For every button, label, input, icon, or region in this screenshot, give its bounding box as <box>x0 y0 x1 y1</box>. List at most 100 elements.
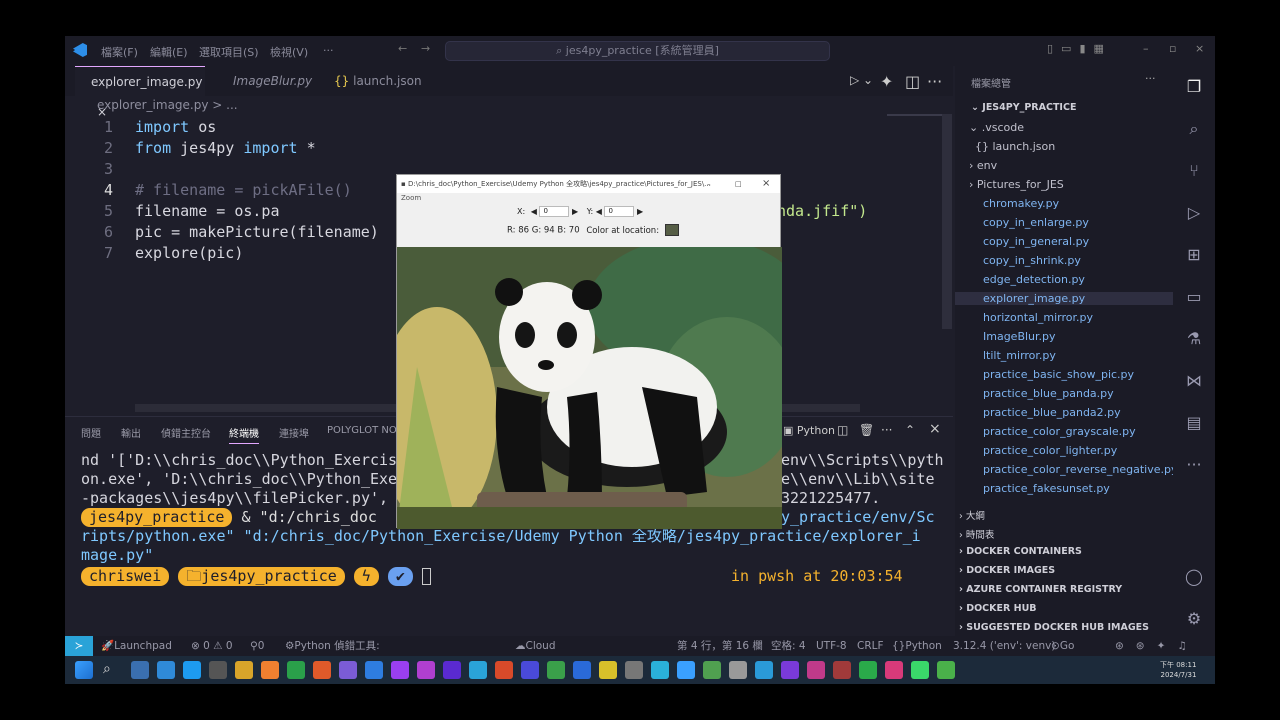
file-tree-item[interactable]: practice_color_grayscale.py <box>983 425 1136 438</box>
jes-window-titlebar[interactable]: ▪ D:\chris_doc\Python_Exercise\Udemy Pyt… <box>397 175 780 193</box>
status-notification-icons[interactable]: ⊛⊛✦♫ <box>1115 636 1199 656</box>
x-decrement-arrow-icon[interactable]: ◀ <box>531 207 537 216</box>
taskbar-app-icon[interactable] <box>469 661 487 679</box>
maximize-panel-icon[interactable]: ⌃ <box>905 423 915 437</box>
menu-more[interactable]: ··· <box>323 44 334 57</box>
taskbar-app-icon[interactable] <box>677 661 695 679</box>
taskbar-app-icon[interactable] <box>365 661 383 679</box>
visual-studio-icon[interactable]: ⋈ <box>1183 370 1205 392</box>
status-eol[interactable]: CRLF <box>857 636 884 656</box>
split-editor-icon[interactable]: ◫ <box>905 72 920 91</box>
tab-imageblur[interactable]: ImageBlur.py <box>215 66 325 96</box>
status-indent[interactable]: 空格: 4 <box>771 636 806 656</box>
tab-ports[interactable]: 連接埠 <box>279 425 309 440</box>
taskbar-app-icon[interactable] <box>443 661 461 679</box>
taskbar-app-icon[interactable] <box>235 661 253 679</box>
file-tree-item[interactable]: ImageBlur.py <box>983 330 1056 343</box>
more-actions-icon[interactable]: ··· <box>927 72 942 91</box>
taskbar-app-icon[interactable] <box>157 661 175 679</box>
tab-terminal[interactable]: 終端機 <box>229 425 259 444</box>
tab-problems[interactable]: 問題 <box>81 425 101 440</box>
file-tree-item[interactable]: practice_blue_panda2.py <box>983 406 1121 419</box>
minimap[interactable] <box>887 114 947 124</box>
taskbar-app-icon[interactable] <box>391 661 409 679</box>
file-tree-item[interactable]: practice_color_lighter.py <box>983 444 1117 457</box>
jes-minimize-icon[interactable]: – <box>707 175 711 193</box>
remote-indicator-icon[interactable]: ≻ <box>65 636 93 656</box>
y-decrement-arrow-icon[interactable]: ◀ <box>596 207 602 216</box>
file-tree-item[interactable]: ⌄ .vscode <box>969 121 1024 134</box>
forward-arrow-icon[interactable]: → <box>421 42 430 55</box>
sidebar-section[interactable]: › AZURE CONTAINER REGISTRY <box>959 584 1122 595</box>
taskbar-app-icon[interactable] <box>937 661 955 679</box>
jes-maximize-icon[interactable]: □ <box>735 175 742 193</box>
back-arrow-icon[interactable]: ← <box>398 42 407 55</box>
status-python-debug[interactable]: ⚙ Python 偵錯工具: 目前檔案 (jes4py_practice) <box>285 636 385 684</box>
panda-image[interactable] <box>397 247 782 529</box>
x-input[interactable]: 0 <box>539 206 570 217</box>
file-tree-item[interactable]: edge_detection.py <box>983 273 1085 286</box>
run-icon[interactable]: ▷ ⌄ <box>850 73 873 87</box>
close-window-icon[interactable]: × <box>1195 42 1204 55</box>
file-tree-item[interactable]: practice_blue_panda.py <box>983 387 1114 400</box>
terminal-profile[interactable]: ▣ Python <box>783 424 835 437</box>
close-panel-icon[interactable]: × <box>929 421 941 437</box>
zoom-menu[interactable]: Zoom <box>401 194 421 202</box>
taskbar-app-icon[interactable] <box>573 661 591 679</box>
taskbar-app-icon[interactable] <box>807 661 825 679</box>
source-control-icon[interactable]: ⑂ <box>1183 160 1205 182</box>
status-cloud-code[interactable]: ☁ Cloud Code - No Project <box>515 636 560 684</box>
file-tree-item[interactable]: practice_fakesunset.py <box>983 482 1110 495</box>
sidebar-section[interactable]: › DOCKER IMAGES <box>959 565 1055 576</box>
status-launchpad[interactable]: 🚀 Launchpad <box>101 636 172 656</box>
minimize-icon[interactable]: – <box>1143 42 1149 55</box>
menu-selection[interactable]: 選取項目(S) <box>199 44 259 60</box>
command-center-search[interactable]: ⌕ jes4py_practice [系統管理員] <box>445 41 830 61</box>
run-debug-icon[interactable]: ▷ <box>1183 202 1205 224</box>
taskbar-app-icon[interactable] <box>781 661 799 679</box>
taskbar-app-icon[interactable] <box>547 661 565 679</box>
x-increment-arrow-icon[interactable]: ▶ <box>572 207 578 216</box>
status-cursor-position[interactable]: 第 4 行，第 16 欄 <box>677 636 763 656</box>
trash-icon[interactable]: 🗑 <box>859 423 874 437</box>
taskbar-app-icon[interactable] <box>703 661 721 679</box>
editor-scrollbar[interactable] <box>942 114 952 329</box>
menu-file[interactable]: 檔案(F) <box>101 44 138 60</box>
tab-explorer-image[interactable]: explorer_image.py × <box>75 66 205 119</box>
testing-flask-icon[interactable]: ⚗ <box>1183 328 1205 350</box>
sidebar-section[interactable]: › DOCKER HUB <box>959 603 1037 614</box>
more-icon[interactable]: ··· <box>881 423 892 437</box>
taskbar-app-icon[interactable] <box>859 661 877 679</box>
taskbar-app-icon[interactable] <box>833 661 851 679</box>
taskbar-app-icon[interactable] <box>339 661 357 679</box>
file-tree-item[interactable]: copy_in_shrink.py <box>983 254 1081 267</box>
taskbar-app-icon[interactable] <box>729 661 747 679</box>
taskbar-app-icon[interactable] <box>209 661 227 679</box>
maximize-icon[interactable]: ▫ <box>1169 42 1176 55</box>
jes-close-icon[interactable]: × <box>762 175 770 193</box>
taskbar-app-icon[interactable] <box>183 661 201 679</box>
file-tree-item[interactable]: {} launch.json <box>975 140 1055 153</box>
status-encoding[interactable]: UTF-8 <box>816 636 847 656</box>
file-tree-item[interactable]: copy_in_general.py <box>983 235 1089 248</box>
notebook-icon[interactable]: ▤ <box>1183 412 1205 434</box>
taskbar-app-icon[interactable] <box>885 661 903 679</box>
y-input[interactable]: 0 <box>604 206 635 217</box>
taskbar-app-icon[interactable] <box>521 661 539 679</box>
explorer-more-icon[interactable]: ··· <box>1145 72 1156 85</box>
file-tree-item[interactable]: horizontal_mirror.py <box>983 311 1093 324</box>
extensions-icon[interactable]: ⊞ <box>1183 244 1205 266</box>
taskbar-app-icon[interactable] <box>599 661 617 679</box>
split-terminal-icon[interactable]: ◫ <box>837 423 848 437</box>
status-ports[interactable]: ⚲ 0 <box>250 636 264 656</box>
taskbar-app-icon[interactable] <box>131 661 149 679</box>
taskbar-app-icon[interactable] <box>651 661 669 679</box>
status-interpreter[interactable]: 3.12.4 ('env': venv) <box>953 636 1055 656</box>
file-tree-item[interactable]: explorer_image.py <box>955 292 1173 305</box>
status-language[interactable]: {} Python <box>892 636 942 656</box>
start-button-icon[interactable] <box>75 661 93 679</box>
taskbar-app-icon[interactable] <box>755 661 773 679</box>
taskbar-app-icon[interactable] <box>625 661 643 679</box>
taskbar-app-icon[interactable] <box>261 661 279 679</box>
sidebar-section[interactable]: › 時間表 <box>959 527 994 541</box>
